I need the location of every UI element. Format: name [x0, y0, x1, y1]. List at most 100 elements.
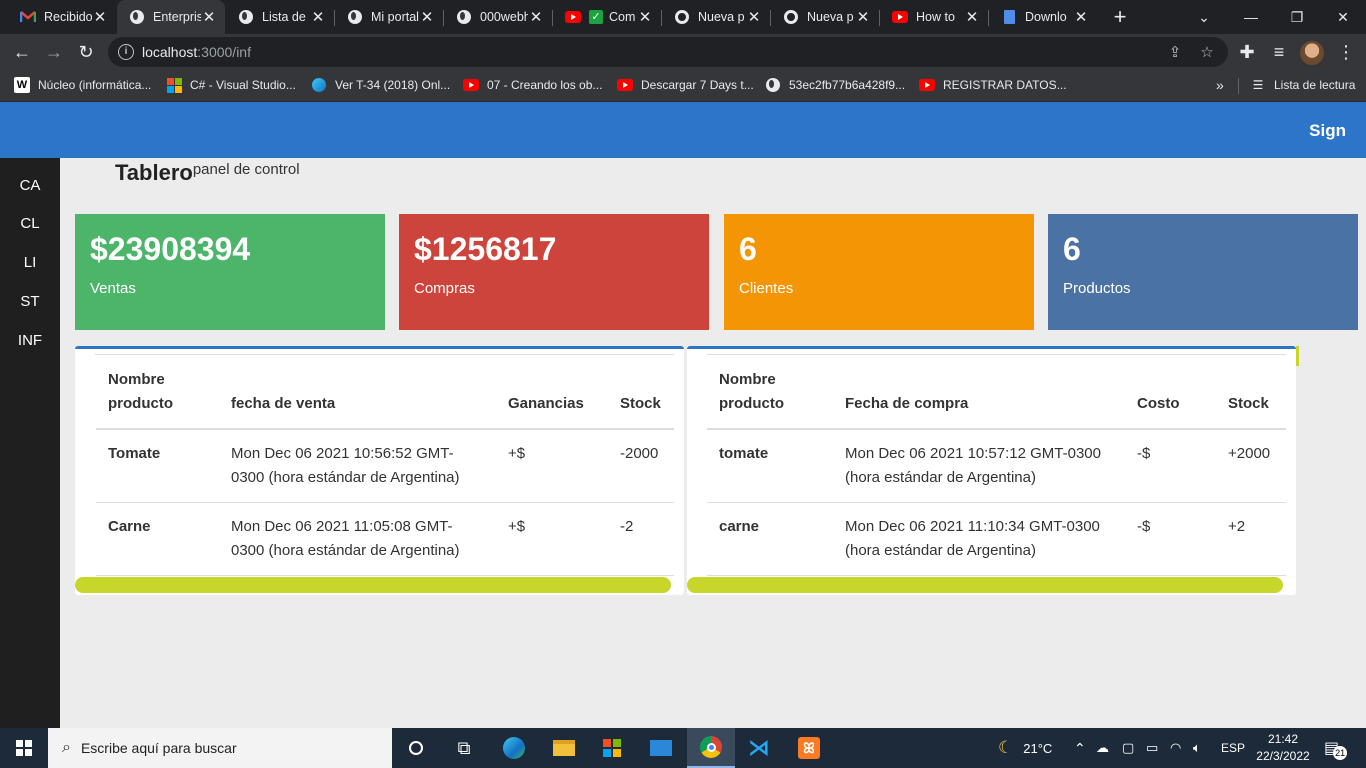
file-icon	[1001, 9, 1017, 25]
accent-marker	[1296, 346, 1299, 366]
mail-icon[interactable]	[637, 728, 685, 768]
reading-list-button[interactable]: ☰ Lista de lectura	[1250, 70, 1356, 100]
edge-icon[interactable]	[490, 728, 538, 768]
onedrive-icon[interactable]: ☁	[1096, 728, 1109, 768]
stat-value: $23908394	[90, 231, 251, 267]
bookmark-item[interactable]: Descargar 7 Days t...	[617, 70, 754, 100]
sidebar-item-ca[interactable]: CA	[0, 158, 60, 204]
tab-lista[interactable]: Lista de ✕	[226, 0, 334, 34]
minimize-button[interactable]: —	[1228, 0, 1274, 34]
bookmark-item[interactable]: Ver T-34 (2018) Onl...	[311, 70, 450, 100]
close-icon[interactable]: ✕	[746, 8, 762, 26]
edge-icon	[311, 77, 327, 93]
reload-button[interactable]: ↻	[72, 38, 100, 66]
tab-nueva-1[interactable]: Nueva p ✕	[662, 0, 770, 34]
stat-label: Productos	[1063, 280, 1131, 297]
tab-how-to[interactable]: How to ✕	[880, 0, 988, 34]
close-window-button[interactable]: ✕	[1320, 0, 1366, 34]
horizontal-scrollbar[interactable]	[75, 577, 671, 593]
stat-value: 6	[739, 231, 757, 267]
bookmark-item[interactable]: W Núcleo (informática...	[14, 70, 151, 100]
close-icon[interactable]: ✕	[92, 8, 108, 26]
wifi-icon[interactable]: ◠	[1170, 728, 1181, 768]
close-icon[interactable]: ✕	[964, 8, 980, 26]
weather-widget[interactable]: ☾ 21°C	[998, 728, 1052, 768]
bookmark-label: REGISTRAR DATOS...	[943, 78, 1067, 92]
close-icon[interactable]: ✕	[637, 8, 653, 26]
sidebar-item-cl[interactable]: CL	[0, 204, 60, 243]
youtube-icon	[919, 77, 935, 93]
address-bar[interactable]: i localhost:3000/inf ⇪ ☆	[108, 37, 1228, 67]
volume-icon[interactable]: 🔈︎	[1193, 728, 1201, 768]
back-button[interactable]: ←	[8, 38, 36, 66]
column-header: Costo	[1125, 368, 1216, 430]
bookmark-star-icon[interactable]: ☆	[1198, 43, 1216, 61]
task-view-icon[interactable]: ⧉	[440, 728, 488, 768]
close-icon[interactable]: ✕	[419, 8, 435, 26]
camera-icon[interactable]: ▢	[1122, 728, 1134, 768]
start-button[interactable]	[0, 728, 48, 768]
menu-icon[interactable]: ⋮	[1332, 38, 1360, 66]
tab-title: Downlo	[1025, 10, 1067, 24]
close-icon[interactable]: ✕	[855, 8, 871, 26]
share-icon[interactable]: ⇪	[1166, 43, 1184, 61]
tab-000webhost[interactable]: 000webh ✕	[444, 0, 552, 34]
sidebar-item-li[interactable]: LI	[0, 243, 60, 282]
tab-mi-portal[interactable]: Mi portal ✕	[335, 0, 443, 34]
vscode-icon[interactable]: ⋊	[735, 728, 783, 768]
tab-download[interactable]: Downlo ✕	[989, 0, 1097, 34]
sale-date: Mon Dec 06 2021 11:05:08 GMT-0300 (hora …	[219, 502, 496, 576]
sidebar-item-st[interactable]: ST	[0, 282, 60, 321]
tab-nueva-2[interactable]: Nueva p ✕	[771, 0, 879, 34]
column-header: Nombre producto	[96, 368, 219, 430]
forward-button[interactable]: →	[40, 38, 68, 66]
more-bookmarks-button[interactable]: »	[1216, 70, 1224, 100]
media-control-icon[interactable]: ≡	[1265, 38, 1293, 66]
store-icon[interactable]	[588, 728, 636, 768]
horizontal-scrollbar[interactable]	[687, 577, 1283, 593]
bookmark-item[interactable]: 53ec2fb77b6a428f9...	[765, 70, 905, 100]
xampp-icon[interactable]: ꕤ	[785, 728, 833, 768]
checkbox-icon: ✓	[589, 10, 603, 24]
chrome-icon[interactable]	[687, 728, 735, 768]
tab-com[interactable]: ✓ Com ✕	[553, 0, 661, 34]
close-icon[interactable]: ✕	[528, 8, 544, 26]
cortana-icon[interactable]	[392, 728, 440, 768]
extensions-icon[interactable]: ✚	[1233, 38, 1261, 66]
info-icon[interactable]: i	[118, 44, 134, 60]
bookmark-item[interactable]: 07 - Creando los ob...	[463, 70, 602, 100]
avatar[interactable]	[1300, 41, 1324, 65]
reading-list-icon: ☰	[1252, 78, 1264, 92]
close-icon[interactable]: ✕	[1073, 8, 1089, 26]
tab-title: Lista de	[262, 10, 306, 24]
language-indicator[interactable]: ESP	[1221, 728, 1245, 768]
bookmark-item[interactable]: REGISTRAR DATOS...	[919, 70, 1067, 100]
restore-button[interactable]: ❐	[1274, 0, 1320, 34]
stock: +2	[1216, 502, 1286, 576]
table-row: tomate Mon Dec 06 2021 10:57:12 GMT-0300…	[707, 429, 1286, 503]
show-hidden-icons-button[interactable]: ⌃	[1074, 728, 1086, 768]
stat-card-clientes: 6 Clientes	[724, 214, 1034, 330]
clock[interactable]: 21:42 22/3/2022	[1250, 731, 1316, 765]
bookmark-item[interactable]: C# - Visual Studio...	[166, 70, 296, 100]
tab-recibidos[interactable]: Recibidos ✕	[8, 0, 116, 34]
sign-in-link[interactable]: Sign	[1309, 121, 1346, 141]
profit: +$	[496, 502, 608, 576]
column-header: Stock	[1216, 368, 1286, 430]
tab-enterprise[interactable]: Enterprise ✕	[117, 0, 225, 34]
battery-icon[interactable]: ▭	[1146, 728, 1158, 768]
tab-title: How to	[916, 10, 955, 24]
wikipedia-icon: W	[14, 77, 30, 93]
notifications-button[interactable]: ▤ 21	[1324, 728, 1348, 768]
close-icon[interactable]: ✕	[310, 8, 326, 26]
tab-search-button[interactable]: ⌄	[1181, 0, 1227, 34]
sidebar-item-inf[interactable]: INF	[0, 321, 60, 360]
close-icon[interactable]: ✕	[201, 8, 217, 26]
tab-title: Com	[609, 10, 636, 24]
taskbar-search-input[interactable]: ⌕ Escribe aquí para buscar	[48, 728, 392, 768]
tab-title: 000webh	[480, 10, 528, 24]
divider	[1238, 78, 1239, 94]
new-tab-button[interactable]: +	[1108, 4, 1132, 30]
bookmark-label: Núcleo (informática...	[38, 78, 152, 92]
file-explorer-icon[interactable]	[540, 728, 588, 768]
